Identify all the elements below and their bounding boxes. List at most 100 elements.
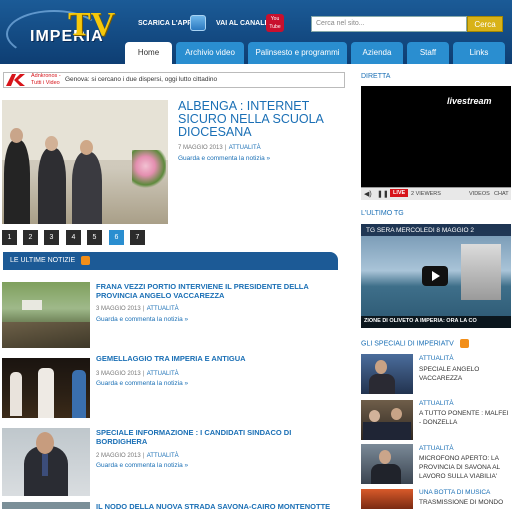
thumb-head bbox=[369, 410, 380, 422]
breaking-text[interactable]: Genova: si cercano i due dispersi, oggi … bbox=[65, 76, 217, 83]
thumb-head bbox=[391, 408, 402, 420]
search-button[interactable]: Cerca bbox=[467, 16, 503, 32]
head-2 bbox=[45, 136, 58, 151]
person-1 bbox=[4, 140, 30, 224]
play-button[interactable] bbox=[422, 266, 448, 286]
vehicle bbox=[22, 300, 42, 310]
featured-video-thumbnail[interactable] bbox=[2, 100, 168, 224]
person-b bbox=[38, 368, 54, 418]
logo-tv-text: TV bbox=[68, 6, 116, 43]
meta-separator: | bbox=[224, 145, 227, 151]
thumb-body bbox=[371, 464, 401, 484]
thumb-head bbox=[375, 360, 387, 374]
live-badge: LIVE bbox=[390, 189, 409, 197]
special-thumbnail-4[interactable] bbox=[361, 489, 413, 509]
news-date-1: 3 MAGGIO 2013 bbox=[96, 306, 141, 312]
news-title-4[interactable]: IL NODO DELLA NUOVA STRADA SAVONA-CAIRO … bbox=[96, 502, 336, 509]
tg-ticker: ZIONE DI OLIVETO A IMPERIA: ORA LA CO bbox=[364, 318, 477, 324]
volume-icon[interactable]: ◀) bbox=[364, 190, 372, 198]
tab-home[interactable]: Home bbox=[125, 42, 172, 64]
news-title-1[interactable]: FRANA VEZZI PORTIO INTERVIENE IL PRESIDE… bbox=[96, 282, 336, 300]
specials-rss-icon[interactable] bbox=[459, 339, 469, 348]
special-title-3[interactable]: MICROFONO APERTO: LA PROVINCIA DI SAVONA… bbox=[419, 454, 511, 481]
tab-staff[interactable]: Staff bbox=[407, 42, 449, 64]
news-thumbnail-2[interactable] bbox=[2, 358, 90, 418]
page-3-button[interactable]: 3 bbox=[44, 230, 59, 245]
rss-icon[interactable] bbox=[81, 255, 91, 265]
tie bbox=[42, 454, 48, 476]
news-thumbnail-1[interactable] bbox=[2, 282, 90, 348]
news-thumbnail-3[interactable] bbox=[2, 428, 90, 496]
news-category-2[interactable]: ATTUALITÀ bbox=[147, 371, 179, 377]
special-thumbnail-1[interactable] bbox=[361, 354, 413, 394]
news-thumbnail-4[interactable] bbox=[2, 502, 90, 509]
news-date-2: 3 MAGGIO 2013 bbox=[96, 371, 141, 377]
app-icon[interactable] bbox=[190, 15, 206, 31]
tab-links[interactable]: Links bbox=[453, 42, 505, 64]
chat-tab[interactable]: CHAT bbox=[494, 191, 509, 197]
news-meta-3: 2 MAGGIO 2013 | ATTUALITÀ bbox=[96, 450, 179, 459]
specials-section-title: GLI SPECIALI DI IMPERIATV bbox=[361, 339, 469, 348]
play-icon bbox=[432, 271, 440, 281]
news-meta-2: 3 MAGGIO 2013 | ATTUALITÀ bbox=[96, 368, 179, 377]
head-1 bbox=[10, 128, 23, 143]
news-meta-1: 3 MAGGIO 2013 | ATTUALITÀ bbox=[96, 303, 179, 312]
special-category-2[interactable]: ATTUALITÀ bbox=[419, 400, 454, 407]
specials-title-text: GLI SPECIALI DI IMPERIATV bbox=[361, 340, 454, 348]
news-more-link-3[interactable]: Guarda e commenta la notizia » bbox=[96, 462, 188, 469]
page-5-button[interactable]: 5 bbox=[87, 230, 102, 245]
thumb-head bbox=[379, 450, 391, 464]
featured-meta: 7 MAGGIO 2013 | ATTUALITÀ bbox=[178, 142, 261, 151]
special-title-4[interactable]: TRASMISSIONE DI MONDO bbox=[419, 498, 511, 507]
youtube-channel-link[interactable]: VAI AL CANALE bbox=[216, 20, 269, 27]
special-category-3[interactable]: ATTUALITÀ bbox=[419, 445, 454, 452]
viewers-count: 2 VIEWERS bbox=[411, 191, 441, 197]
download-app-link[interactable]: SCARICA L'APP bbox=[138, 20, 192, 27]
special-category-4[interactable]: UNA BOTTA DI MUSICA bbox=[419, 489, 490, 496]
thumb-body bbox=[363, 422, 411, 440]
news-category-3[interactable]: ATTUALITÀ bbox=[147, 453, 179, 459]
page-6-button[interactable]: 6 bbox=[109, 230, 124, 245]
news-category-1[interactable]: ATTUALITÀ bbox=[147, 306, 179, 312]
news-date-3: 2 MAGGIO 2013 bbox=[96, 453, 141, 459]
tab-archivio-video[interactable]: Archivio video bbox=[176, 42, 244, 64]
latest-news-title: LE ULTIME NOTIZIE bbox=[10, 257, 76, 264]
page-7-button[interactable]: 7 bbox=[130, 230, 145, 245]
person-2 bbox=[38, 148, 66, 224]
page-4-button[interactable]: 4 bbox=[66, 230, 81, 245]
tab-palinsesto[interactable]: Palinsesto e programmi bbox=[248, 42, 347, 64]
adnkronos-logo-icon bbox=[4, 73, 29, 87]
youtube-icon[interactable]: You Tube bbox=[266, 14, 284, 32]
news-title-3[interactable]: SPECIALE INFORMAZIONE : I CANDIDATI SIND… bbox=[96, 428, 336, 446]
special-thumbnail-3[interactable] bbox=[361, 444, 413, 484]
featured-more-link[interactable]: Guarda e commenta la notizia » bbox=[178, 155, 270, 162]
tg-caption: TG SERA MERCOLEDI 8 MAGGIO 2 bbox=[366, 227, 474, 234]
special-title-2[interactable]: A TUTTO PONENTE : MALFEI - DONZELLA bbox=[419, 409, 509, 427]
latest-news-header: LE ULTIME NOTIZIE bbox=[3, 252, 338, 270]
thumb-body bbox=[369, 374, 395, 394]
page-2-button[interactable]: 2 bbox=[23, 230, 38, 245]
head-3 bbox=[80, 140, 93, 155]
pause-icon[interactable]: ❚❚ bbox=[377, 190, 389, 198]
last-tg-title: L'ULTIMO TG bbox=[361, 210, 404, 217]
tab-azienda[interactable]: Azienda bbox=[351, 42, 403, 64]
breaking-source[interactable]: Adnkronos - Tutti i Video bbox=[31, 73, 67, 87]
live-section-title: DIRETTA bbox=[361, 73, 391, 80]
featured-category[interactable]: ATTUALITÀ bbox=[229, 145, 261, 151]
tg-building bbox=[461, 244, 501, 300]
special-title-1[interactable]: SPECIALE ANGELO VACCAREZZA bbox=[419, 365, 509, 383]
videos-tab[interactable]: VIDEOS bbox=[469, 191, 490, 197]
special-category-1[interactable]: ATTUALITÀ bbox=[419, 355, 454, 362]
featured-date: 7 MAGGIO 2013 bbox=[178, 145, 223, 151]
news-more-link-1[interactable]: Guarda e commenta la notizia » bbox=[96, 316, 188, 323]
site-logo[interactable]: IMPERIA TV bbox=[4, 4, 115, 60]
news-title-2[interactable]: GEMELLAGGIO TRA IMPERIA E ANTIGUA bbox=[96, 354, 336, 363]
page-1-button[interactable]: 1 bbox=[2, 230, 17, 245]
featured-title[interactable]: ALBENGA : INTERNET SICURO NELLA SCUOLA D… bbox=[178, 100, 328, 139]
candidate-head bbox=[36, 432, 54, 454]
special-thumbnail-2[interactable] bbox=[361, 400, 413, 440]
debris bbox=[2, 322, 90, 348]
search-input[interactable]: Cerca nel sito... bbox=[311, 16, 467, 32]
person-a bbox=[10, 372, 22, 416]
news-more-link-2[interactable]: Guarda e commenta la notizia » bbox=[96, 380, 188, 387]
